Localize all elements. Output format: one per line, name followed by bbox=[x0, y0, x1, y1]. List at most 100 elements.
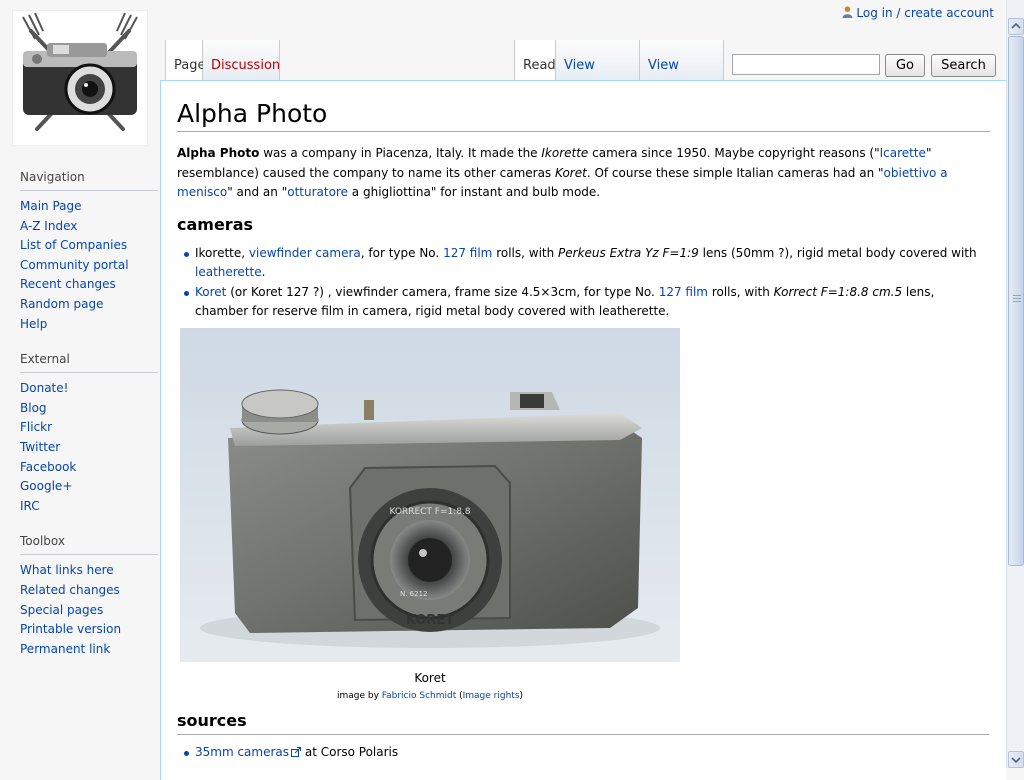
vertical-scrollbar[interactable] bbox=[1006, 0, 1024, 768]
sidebar-item-random-page[interactable]: Random page bbox=[20, 297, 103, 311]
camera1-text: . bbox=[261, 265, 266, 279]
tab-page-label: Page bbox=[174, 58, 206, 73]
intro-paragraph: Alpha Photo was a company in Piacenza, I… bbox=[177, 144, 990, 203]
sources-list: 35mm cameras at Corso Polaris bbox=[177, 743, 989, 763]
toolbox-heading: Toolbox bbox=[20, 534, 158, 556]
otturatore-link[interactable]: otturatore bbox=[287, 185, 348, 199]
credit-prefix: image by bbox=[336, 691, 382, 701]
tab-read[interactable]: Read bbox=[514, 40, 556, 81]
personal-tools: Log in / create account bbox=[842, 6, 994, 20]
sidebar-item-donate[interactable]: Donate! bbox=[20, 381, 68, 395]
sidebar-item-blog[interactable]: Blog bbox=[20, 401, 47, 415]
intro-ikorette: Ikorette bbox=[541, 146, 589, 160]
site-logo[interactable] bbox=[12, 10, 148, 146]
navigation-heading: Navigation bbox=[20, 170, 158, 191]
sidebar-item-special-pages[interactable]: Special pages bbox=[20, 603, 103, 617]
intro-text: a ghigliottina" for instant and bulb mod… bbox=[347, 185, 601, 199]
tab-view-history[interactable]: View history bbox=[640, 40, 724, 125]
grip-line bbox=[1013, 301, 1021, 302]
grip-line bbox=[1013, 298, 1021, 299]
sidebar-item-irc[interactable]: IRC bbox=[20, 499, 40, 513]
leatherette-link[interactable]: leatherette bbox=[195, 265, 262, 279]
external-heading: External bbox=[20, 352, 158, 374]
list-item: 35mm cameras at Corso Polaris bbox=[184, 743, 989, 763]
intro-text: camera since 1950. Maybe copyright reaso… bbox=[588, 146, 880, 160]
tab-view-source[interactable]: View source bbox=[556, 40, 640, 125]
sidebar-item-a-z-index[interactable]: A-Z Index bbox=[20, 219, 77, 233]
external-link-icon bbox=[291, 747, 302, 757]
image-caption: Koret bbox=[414, 671, 446, 685]
lens-number: N. 6212 bbox=[400, 590, 428, 598]
cameras-list: Ikorette, viewfinder camera, for type No… bbox=[177, 244, 990, 322]
source1-text: at Corso Polaris bbox=[301, 745, 399, 759]
login-link[interactable]: Log in / create account bbox=[856, 6, 994, 20]
scroll-down-button[interactable] bbox=[1008, 751, 1024, 768]
list-item: Koret (or Koret 127 ?) , viewfinder came… bbox=[184, 283, 990, 322]
user-icon bbox=[842, 6, 853, 18]
koret-camera-photo[interactable]: KORRECT F=1:8.8 N. 6212 KORET bbox=[180, 328, 680, 662]
sidebar: Navigation Main Page A-Z Index List of C… bbox=[0, 170, 160, 677]
sidebar-item-main-page[interactable]: Main Page bbox=[20, 199, 82, 213]
sidebar-item-flickr[interactable]: Flickr bbox=[20, 420, 52, 434]
icarette-link[interactable]: Icarette bbox=[880, 146, 926, 160]
scroll-up-button[interactable] bbox=[1008, 18, 1024, 35]
body-lettering: KORET bbox=[406, 613, 454, 628]
lens-engraving: KORRECT F=1:8.8 bbox=[389, 507, 470, 517]
external-portal: External Donate! Blog Flickr Twitter Fac… bbox=[20, 352, 158, 516]
sources-section: sources 35mm cameras at Corso Polaris bbox=[177, 711, 989, 769]
intro-text: was a company in Piacenza, Italy. It mad… bbox=[259, 146, 542, 160]
sidebar-item-facebook[interactable]: Facebook bbox=[20, 460, 76, 474]
viewfinder-camera-link[interactable]: viewfinder camera bbox=[249, 246, 361, 260]
sidebar-item-help[interactable]: Help bbox=[20, 317, 47, 331]
sidebar-item-printable-version[interactable]: Printable version bbox=[20, 622, 121, 636]
35mm-cameras-link[interactable]: 35mm cameras bbox=[195, 745, 289, 759]
camera2-lens: Korrect F=1:8.8 cm.5 bbox=[773, 284, 903, 299]
credit-text: ) bbox=[519, 691, 524, 701]
127-film-link[interactable]: 127 film bbox=[443, 246, 492, 260]
arrow-up-icon bbox=[1011, 22, 1021, 29]
camera1-text: lens (50mm ?), rigid metal body covered … bbox=[698, 245, 977, 260]
image-credit: image by Fabricio Schmidt (Image rights) bbox=[180, 691, 680, 701]
intro-text: . Of course these simple Italian cameras… bbox=[586, 165, 884, 180]
camera2-text: rolls, with bbox=[708, 284, 774, 299]
navigation-portal: Navigation Main Page A-Z Index List of C… bbox=[20, 170, 158, 334]
search-input[interactable] bbox=[732, 54, 880, 75]
arrow-down-icon bbox=[1011, 757, 1021, 764]
sidebar-item-community-portal[interactable]: Community portal bbox=[20, 258, 129, 272]
camera1-lens: Perkeus Extra Yz F=1:9 bbox=[558, 245, 699, 260]
camera1-text: Ikorette, bbox=[195, 245, 249, 260]
sources-heading: sources bbox=[177, 711, 989, 735]
intro-koret: Koret bbox=[555, 165, 587, 180]
sidebar-item-list-of-companies[interactable]: List of Companies bbox=[20, 238, 127, 252]
tab-discussion[interactable]: Discussion bbox=[203, 40, 280, 81]
camera-logo-icon bbox=[22, 12, 138, 131]
camera1-text: , for type No. bbox=[360, 245, 444, 260]
page-title: Alpha Photo bbox=[177, 99, 990, 132]
grip-line bbox=[1013, 295, 1021, 296]
cameras-heading: cameras bbox=[177, 214, 254, 234]
sidebar-item-what-links-here[interactable]: What links here bbox=[20, 563, 114, 577]
toolbox-portal: Toolbox What links here Related changes … bbox=[20, 534, 158, 659]
intro-text: " and an " bbox=[227, 185, 288, 199]
tab-read-label: Read bbox=[523, 58, 556, 73]
go-button[interactable]: Go bbox=[885, 54, 925, 77]
koret-figure: KORRECT F=1:8.8 N. 6212 KORET Koret imag… bbox=[180, 328, 680, 701]
search-button[interactable]: Search bbox=[931, 54, 996, 77]
camera2-text: (or Koret 127 ?) , viewfinder camera, fr… bbox=[226, 284, 659, 299]
sidebar-item-permanent-link[interactable]: Permanent link bbox=[20, 642, 110, 656]
koret-link[interactable]: Koret bbox=[195, 285, 226, 299]
sidebar-item-google-plus[interactable]: Google+ bbox=[20, 479, 72, 493]
sidebar-item-twitter[interactable]: Twitter bbox=[20, 440, 60, 454]
sidebar-item-related-changes[interactable]: Related changes bbox=[20, 583, 120, 597]
photographer-link[interactable]: Fabricio Schmidt bbox=[382, 691, 456, 701]
image-rights-link[interactable]: Image rights bbox=[463, 691, 520, 701]
127-film-link-2[interactable]: 127 film bbox=[659, 285, 708, 299]
sidebar-item-recent-changes[interactable]: Recent changes bbox=[20, 277, 116, 291]
list-item: Ikorette, viewfinder camera, for type No… bbox=[184, 244, 990, 283]
main-content: Alpha Photo Alpha Photo was a company in… bbox=[160, 80, 1006, 780]
tab-discussion-label: Discussion bbox=[211, 58, 281, 73]
tab-page[interactable]: Page bbox=[165, 40, 206, 81]
scroll-thumb[interactable] bbox=[1008, 36, 1024, 566]
intro-bold-name: Alpha Photo bbox=[177, 146, 260, 160]
camera1-text: rolls, with bbox=[492, 245, 559, 260]
